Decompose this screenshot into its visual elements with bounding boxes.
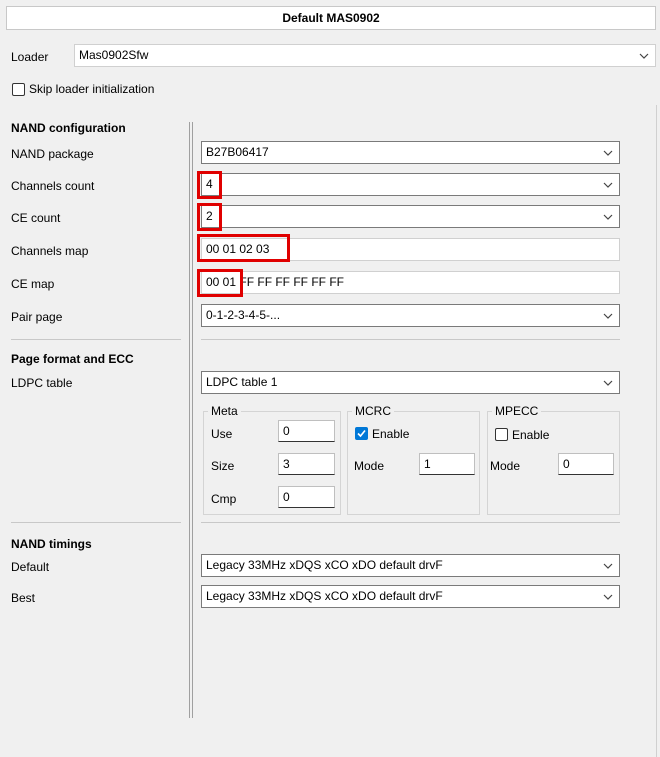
chevron-down-icon bbox=[601, 372, 615, 393]
ce-count-select[interactable]: 2 bbox=[201, 205, 620, 228]
ldpc-table-label: LDPC table bbox=[11, 376, 73, 390]
section-divider bbox=[11, 339, 181, 340]
page-format-heading: Page format and ECC bbox=[11, 352, 134, 366]
pair-page-value: 0-1-2-3-4-5-... bbox=[206, 308, 281, 322]
window-title: Default MAS0902 bbox=[6, 6, 656, 30]
ldpc-table-select[interactable]: LDPC table 1 bbox=[201, 371, 620, 394]
meta-use-label: Use bbox=[211, 427, 233, 441]
highlight-box bbox=[197, 269, 243, 297]
device-config-panel: Default MAS0902 Loader Mas0902Sfw Skip l… bbox=[0, 0, 660, 757]
mpecc-mode-value: 0 bbox=[563, 457, 570, 471]
meta-use-input[interactable]: 0 bbox=[278, 420, 335, 442]
chevron-down-icon bbox=[601, 174, 615, 195]
nand-timings-heading: NAND timings bbox=[11, 537, 92, 551]
meta-size-value: 3 bbox=[283, 457, 290, 471]
mcrc-enable-label: Enable bbox=[372, 427, 410, 441]
skip-loader-label: Skip loader initialization bbox=[29, 82, 155, 96]
section-divider bbox=[201, 522, 620, 523]
nand-package-label: NAND package bbox=[11, 147, 94, 161]
section-divider bbox=[11, 522, 181, 523]
chevron-down-icon bbox=[601, 555, 615, 576]
highlight-box bbox=[197, 203, 222, 231]
mpecc-mode-label: Mode bbox=[490, 459, 521, 473]
chevron-down-icon bbox=[601, 305, 615, 326]
mcrc-mode-label: Mode bbox=[354, 459, 385, 473]
checkmark-icon bbox=[357, 429, 366, 438]
timing-best-select[interactable]: Legacy 33MHz xDQS xCO xDO default drvF bbox=[201, 585, 620, 608]
vertical-divider bbox=[189, 122, 190, 718]
mpecc-group-title: MPECC bbox=[492, 404, 542, 418]
meta-group-title: Meta bbox=[208, 404, 241, 418]
loader-label: Loader bbox=[11, 50, 49, 64]
mcrc-mode-value: 1 bbox=[424, 457, 431, 471]
timing-default-value: Legacy 33MHz xDQS xCO xDO default drvF bbox=[206, 558, 443, 572]
nand-package-value: B27B06417 bbox=[206, 145, 269, 159]
chevron-down-icon bbox=[637, 45, 651, 66]
timing-best-label: Best bbox=[11, 591, 36, 605]
mpecc-enable-label: Enable bbox=[512, 428, 550, 442]
meta-size-input[interactable]: 3 bbox=[278, 453, 335, 475]
nand-config-heading: NAND configuration bbox=[11, 121, 126, 135]
channels-count-select[interactable]: 4 bbox=[201, 173, 620, 196]
mcrc-group-title: MCRC bbox=[352, 404, 394, 418]
meta-use-value: 0 bbox=[283, 424, 290, 438]
chevron-down-icon bbox=[601, 142, 615, 163]
pair-page-label: Pair page bbox=[11, 310, 63, 324]
chevron-down-icon bbox=[601, 206, 615, 227]
channels-count-label: Channels count bbox=[11, 179, 95, 193]
ce-count-label: CE count bbox=[11, 211, 61, 225]
ce-map-input[interactable]: 00 01 FF FF FF FF FF FF bbox=[201, 271, 620, 294]
mcrc-mode-input[interactable]: 1 bbox=[419, 453, 475, 475]
ce-map-label: CE map bbox=[11, 277, 55, 291]
vertical-divider bbox=[192, 122, 193, 718]
right-border bbox=[656, 105, 657, 757]
chevron-down-icon bbox=[601, 586, 615, 607]
meta-size-label: Size bbox=[211, 459, 235, 473]
meta-cmp-value: 0 bbox=[283, 490, 290, 504]
skip-loader-checkbox[interactable] bbox=[12, 83, 25, 96]
timing-default-select[interactable]: Legacy 33MHz xDQS xCO xDO default drvF bbox=[201, 554, 620, 577]
highlight-box bbox=[197, 234, 290, 262]
mcrc-enable-checkbox[interactable] bbox=[355, 427, 368, 440]
meta-cmp-label: Cmp bbox=[211, 492, 237, 506]
mpecc-enable-checkbox[interactable] bbox=[495, 428, 508, 441]
timing-default-label: Default bbox=[11, 560, 50, 574]
meta-cmp-input[interactable]: 0 bbox=[278, 486, 335, 508]
mpecc-mode-input[interactable]: 0 bbox=[558, 453, 614, 475]
pair-page-select[interactable]: 0-1-2-3-4-5-... bbox=[201, 304, 620, 327]
nand-package-select[interactable]: B27B06417 bbox=[201, 141, 620, 164]
loader-value: Mas0902Sfw bbox=[79, 48, 149, 62]
loader-select[interactable]: Mas0902Sfw bbox=[74, 44, 656, 67]
timing-best-value: Legacy 33MHz xDQS xCO xDO default drvF bbox=[206, 589, 443, 603]
ldpc-table-value: LDPC table 1 bbox=[206, 375, 278, 389]
section-divider bbox=[201, 339, 620, 340]
highlight-box bbox=[197, 171, 222, 199]
channels-map-label: Channels map bbox=[11, 244, 89, 258]
